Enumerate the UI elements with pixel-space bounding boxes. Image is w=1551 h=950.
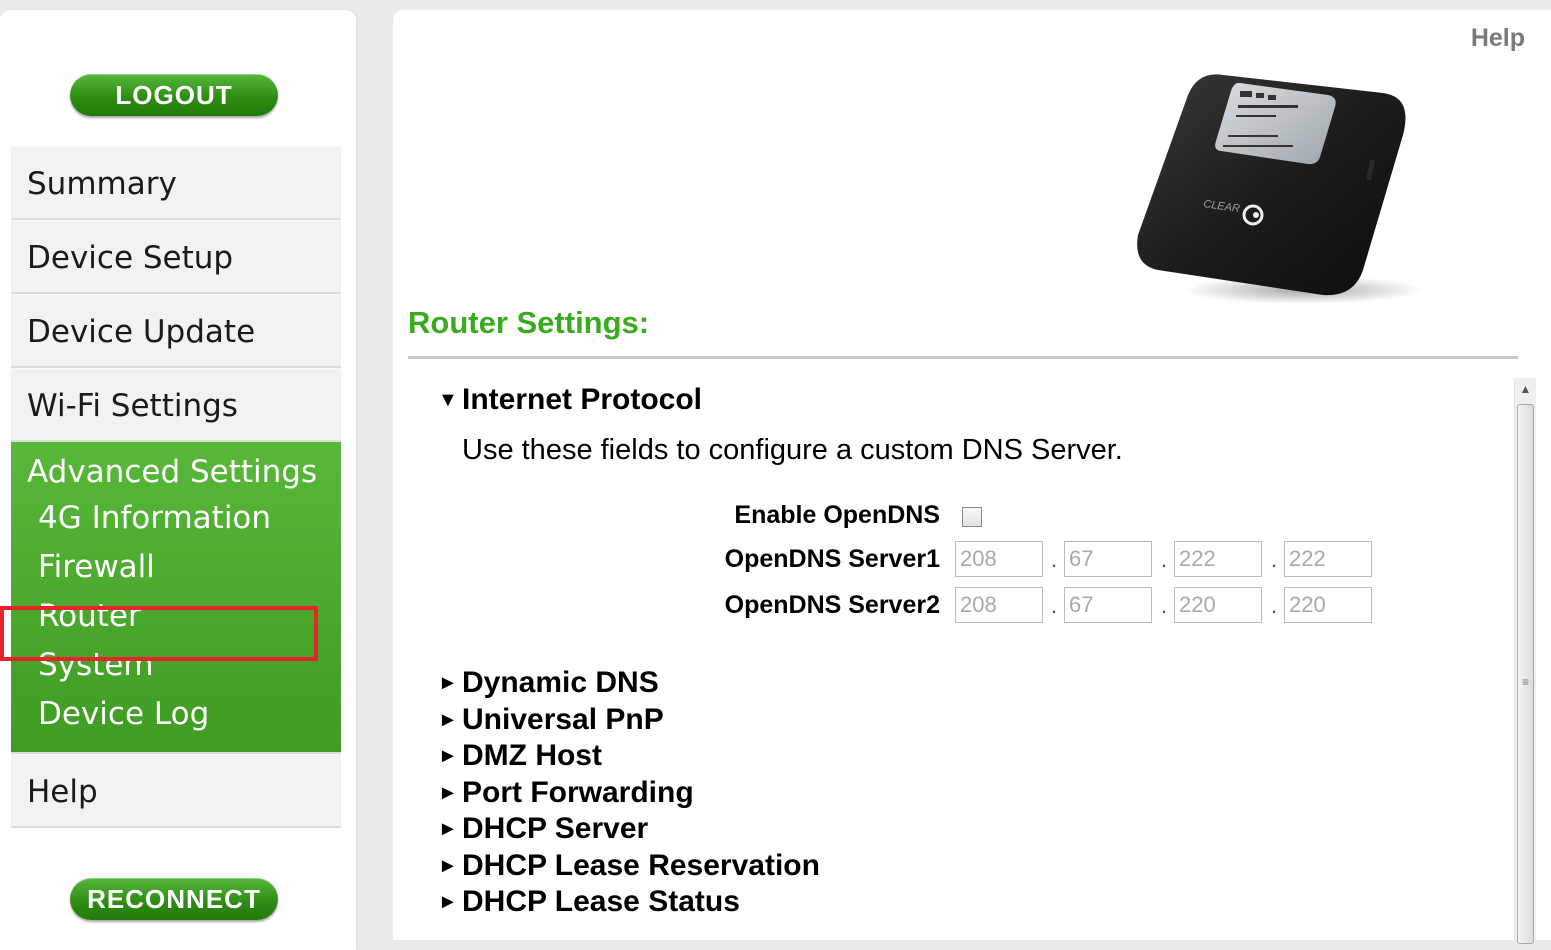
opendns-server2-row: OpenDNS Server2 208 . 67 . 220 . 220 bbox=[438, 587, 1498, 623]
content-scrollbar[interactable]: ▲ ≡ bbox=[1514, 378, 1536, 944]
section-dhcp-lease-status[interactable]: ► DHCP Lease Status bbox=[438, 884, 1498, 921]
section-label: Port Forwarding bbox=[462, 775, 694, 809]
server1-octet4-input[interactable]: 222 bbox=[1284, 541, 1372, 577]
section-dmz-host[interactable]: ► DMZ Host bbox=[438, 738, 1498, 775]
ip-dot: . bbox=[1161, 547, 1168, 572]
section-label: DMZ Host bbox=[462, 739, 602, 772]
section-port-forwarding[interactable]: ► Port Forwarding bbox=[438, 775, 1498, 812]
server2-octet3-input[interactable]: 220 bbox=[1174, 587, 1262, 623]
nav-item-summary[interactable]: Summary bbox=[11, 146, 341, 220]
enable-opendns-checkbox[interactable] bbox=[962, 507, 982, 527]
logout-button[interactable]: LOGOUT bbox=[70, 74, 278, 116]
server1-octet3-input[interactable]: 222 bbox=[1174, 541, 1262, 577]
enable-opendns-row: Enable OpenDNS bbox=[438, 497, 1498, 533]
opendns-form: Enable OpenDNS OpenDNS Server1 208 . 67 … bbox=[438, 497, 1498, 637]
ip-dot: . bbox=[1271, 593, 1278, 618]
advanced-settings-group: Advanced Settings 4G Information Firewal… bbox=[11, 442, 341, 754]
section-label: Internet Protocol bbox=[462, 383, 703, 416]
hotspot-device-image: CLEAR bbox=[1137, 74, 1423, 304]
ip-dot: . bbox=[1051, 547, 1058, 572]
section-label: DHCP Server bbox=[462, 812, 649, 845]
triangle-right-icon: ► bbox=[438, 745, 458, 767]
section-label: DHCP Lease Status bbox=[462, 885, 740, 918]
opendns-server2-label: OpenDNS Server2 bbox=[724, 591, 940, 619]
opendns-server1-row: OpenDNS Server1 208 . 67 . 222 . 222 bbox=[438, 541, 1498, 577]
section-internet-protocol[interactable]: ▼ Internet Protocol bbox=[438, 382, 1498, 418]
ip-dot: . bbox=[1161, 593, 1168, 618]
triangle-right-icon: ► bbox=[438, 891, 458, 913]
sidebar: LOGOUT Summary Device Setup Device Updat… bbox=[0, 10, 356, 950]
reconnect-button[interactable]: RECONNECT bbox=[70, 878, 278, 920]
server1-octet1-input[interactable]: 208 bbox=[955, 541, 1043, 577]
nav-item-help[interactable]: Help bbox=[11, 754, 341, 828]
server2-octet1-input[interactable]: 208 bbox=[955, 587, 1043, 623]
nav-item-wifi-settings[interactable]: Wi-Fi Settings bbox=[11, 368, 341, 442]
enable-opendns-label: Enable OpenDNS bbox=[734, 501, 940, 529]
nav-item-device-update[interactable]: Device Update bbox=[11, 294, 341, 368]
triangle-right-icon: ► bbox=[438, 781, 458, 804]
section-universal-pnp[interactable]: ► Universal PnP bbox=[438, 702, 1498, 739]
main-panel: Help CLEAR Router Settings: ▼ Internet P… bbox=[393, 10, 1551, 944]
scroll-up-arrow-icon[interactable]: ▲ bbox=[1515, 378, 1536, 400]
ip-dot: . bbox=[1271, 547, 1278, 572]
server2-octet2-input[interactable]: 67 bbox=[1064, 587, 1152, 623]
triangle-down-icon: ▼ bbox=[438, 389, 458, 411]
triangle-right-icon: ► bbox=[438, 818, 458, 840]
nav-item-advanced-settings[interactable]: Advanced Settings bbox=[11, 450, 341, 494]
triangle-right-icon: ► bbox=[438, 708, 458, 731]
server1-octet2-input[interactable]: 67 bbox=[1064, 541, 1152, 577]
nav-subitem-system[interactable]: System bbox=[11, 641, 341, 690]
nav-subitem-4g-information[interactable]: 4G Information bbox=[11, 494, 341, 543]
page-title: Router Settings: bbox=[408, 305, 650, 340]
server2-octet4-input[interactable]: 220 bbox=[1284, 587, 1372, 623]
opendns-server1-label: OpenDNS Server1 bbox=[724, 545, 940, 573]
section-dynamic-dns[interactable]: ► Dynamic DNS bbox=[438, 665, 1498, 702]
nav-subitem-device-log[interactable]: Device Log bbox=[11, 690, 341, 739]
help-link[interactable]: Help bbox=[1471, 24, 1525, 53]
section-label: Dynamic DNS bbox=[462, 666, 659, 699]
section-dhcp-server[interactable]: ► DHCP Server bbox=[438, 811, 1498, 848]
title-divider bbox=[408, 356, 1518, 359]
nav-menu: Summary Device Setup Device Update Wi-Fi… bbox=[11, 146, 341, 828]
collapsed-sections: ► Dynamic DNS ► Universal PnP ► DMZ Host ► P… bbox=[438, 665, 1498, 921]
dns-description: Use these fields to configure a custom D… bbox=[462, 434, 1123, 466]
grip-icon: ≡ bbox=[1521, 675, 1529, 689]
settings-content: ▼ Internet Protocol Use these fields to c… bbox=[438, 382, 1498, 921]
scroll-thumb[interactable]: ≡ bbox=[1517, 404, 1534, 944]
nav-item-device-setup[interactable]: Device Setup bbox=[11, 220, 341, 294]
nav-subitem-firewall[interactable]: Firewall bbox=[11, 543, 341, 592]
ip-dot: . bbox=[1051, 593, 1058, 618]
triangle-right-icon: ► bbox=[438, 854, 458, 877]
nav-subitem-router[interactable]: Router bbox=[11, 592, 341, 641]
section-label: Universal PnP bbox=[462, 702, 664, 736]
triangle-right-icon: ► bbox=[438, 672, 458, 694]
section-dhcp-lease-reservation[interactable]: ► DHCP Lease Reservation bbox=[438, 848, 1498, 885]
section-label: DHCP Lease Reservation bbox=[462, 848, 820, 882]
